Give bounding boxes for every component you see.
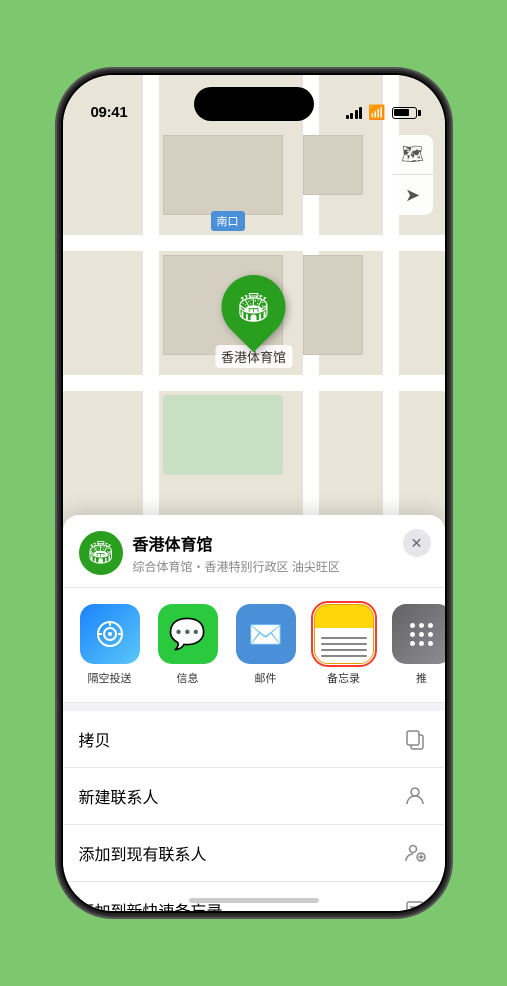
action-new-contact[interactable]: 新建联系人	[63, 768, 445, 825]
share-message[interactable]: 💬 信息	[153, 604, 223, 686]
map-pin[interactable]: 🏟 香港体育馆	[215, 275, 292, 368]
venue-info: 香港体育馆 综合体育馆・香港特别行政区 油尖旺区	[133, 531, 429, 575]
venue-header: 🏟 香港体育馆 综合体育馆・香港特别行政区 油尖旺区 ✕	[63, 515, 445, 588]
dynamic-island	[194, 87, 314, 121]
share-airdrop[interactable]: 隔空投送	[75, 604, 145, 686]
more-icon	[392, 604, 445, 664]
signal-icon	[346, 107, 363, 119]
mail-icon: ✉️	[236, 604, 296, 664]
bottom-sheet: 🏟 香港体育馆 综合体育馆・香港特别行政区 油尖旺区 ✕	[63, 515, 445, 911]
action-add-contact-label: 添加到现有联系人	[79, 841, 207, 865]
venue-name: 香港体育馆	[133, 531, 429, 555]
person-add-icon	[401, 839, 429, 867]
message-label: 信息	[177, 670, 199, 686]
more-label: 推	[416, 670, 427, 686]
action-quick-note[interactable]: 添加到新快速备忘录	[63, 882, 445, 911]
battery-icon	[392, 107, 417, 119]
action-copy[interactable]: 拷贝	[63, 711, 445, 768]
message-icon: 💬	[158, 604, 218, 664]
action-new-contact-label: 新建联系人	[79, 784, 159, 808]
map-view[interactable]: 南口 🏟 香港体育馆 🗺 ➤	[63, 75, 445, 555]
map-type-button[interactable]: 🗺	[393, 135, 433, 175]
home-indicator	[189, 898, 319, 903]
share-more[interactable]: 推	[387, 604, 445, 686]
notes-label: 备忘录	[327, 670, 360, 686]
action-add-contact[interactable]: 添加到现有联系人	[63, 825, 445, 882]
person-icon	[401, 782, 429, 810]
venue-icon: 🏟	[79, 531, 123, 575]
mail-label: 邮件	[255, 670, 277, 686]
wifi-icon: 📶	[368, 104, 385, 121]
share-row: 隔空投送 💬 信息 ✉️ 邮件	[63, 588, 445, 703]
close-button[interactable]: ✕	[403, 529, 431, 557]
share-mail[interactable]: ✉️ 邮件	[231, 604, 301, 686]
note-icon	[401, 896, 429, 911]
venue-subtitle: 综合体育馆・香港特别行政区 油尖旺区	[133, 558, 429, 575]
status-time: 09:41	[91, 104, 128, 121]
map-pin-icon: 🏟	[236, 291, 272, 324]
location-button[interactable]: ➤	[393, 175, 433, 215]
notes-icon	[314, 604, 374, 664]
map-controls: 🗺 ➤	[393, 135, 433, 215]
action-copy-label: 拷贝	[79, 727, 111, 751]
action-list: 拷贝 新建联系人	[63, 711, 445, 911]
copy-icon	[401, 725, 429, 753]
airdrop-label: 隔空投送	[88, 670, 132, 686]
airdrop-icon	[80, 604, 140, 664]
share-notes[interactable]: 备忘录	[309, 604, 379, 686]
status-icons: 📶	[346, 104, 417, 121]
map-label: 南口	[211, 211, 245, 231]
